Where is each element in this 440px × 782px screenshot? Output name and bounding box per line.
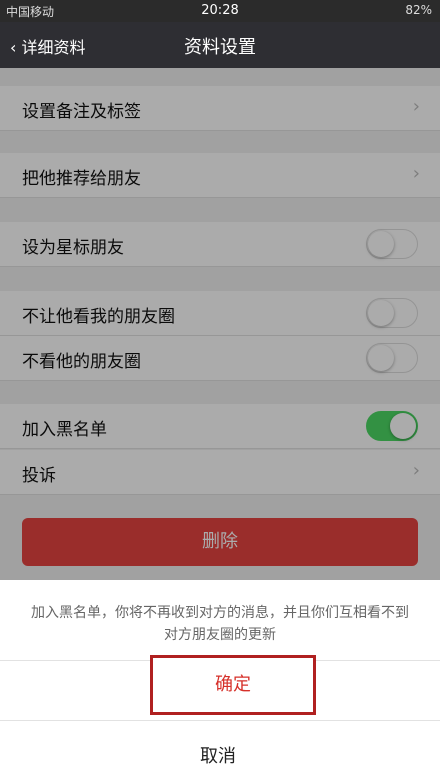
row-label: 不看他的朋友圈	[22, 352, 141, 372]
row-label: 不让他看我的朋友圈	[22, 307, 175, 327]
row-star-friend: 设为星标朋友	[0, 222, 440, 267]
row-label: 加入黑名单	[22, 420, 107, 440]
row-label: 投诉	[22, 466, 56, 486]
clock: 20:28	[201, 3, 239, 18]
battery-label: 82%	[405, 3, 432, 17]
hide-my-moments-toggle[interactable]	[366, 298, 418, 328]
blacklist-toggle[interactable]	[366, 411, 418, 441]
row-label: 设为星标朋友	[22, 238, 124, 258]
confirm-button[interactable]: 确定	[150, 655, 316, 715]
toggle-knob	[368, 231, 394, 257]
chevron-right-icon: ›	[412, 163, 420, 184]
toggle-knob	[390, 413, 416, 439]
navigation-bar: ‹ 详细资料 资料设置	[0, 22, 440, 68]
page-title: 资料设置	[184, 37, 256, 58]
row-label: 设置备注及标签	[22, 102, 141, 122]
hide-his-moments-toggle[interactable]	[366, 343, 418, 373]
row-complain[interactable]: 投诉 ›	[0, 450, 440, 495]
row-set-note-tags[interactable]: 设置备注及标签 ›	[0, 86, 440, 131]
status-bar: 中国移动 20:28 82%	[0, 0, 440, 22]
chevron-right-icon: ›	[412, 96, 420, 117]
chevron-right-icon: ›	[412, 460, 420, 481]
toggle-knob	[368, 345, 394, 371]
row-recommend-friend[interactable]: 把他推荐给朋友 ›	[0, 153, 440, 198]
row-blacklist: 加入黑名单	[0, 404, 440, 449]
row-label: 把他推荐给朋友	[22, 169, 141, 189]
toggle-knob	[368, 300, 394, 326]
delete-button[interactable]: 删除	[22, 518, 418, 566]
row-hide-his-moments: 不看他的朋友圈	[0, 336, 440, 381]
cancel-button[interactable]: 取消	[200, 742, 236, 768]
star-friend-toggle[interactable]	[366, 229, 418, 259]
sheet-message: 加入黑名单，你将不再收到对方的消息，并且你们互相看不到对方朋友圈的更新	[31, 605, 409, 643]
row-hide-my-moments: 不让他看我的朋友圈	[0, 291, 440, 336]
divider	[0, 720, 440, 721]
